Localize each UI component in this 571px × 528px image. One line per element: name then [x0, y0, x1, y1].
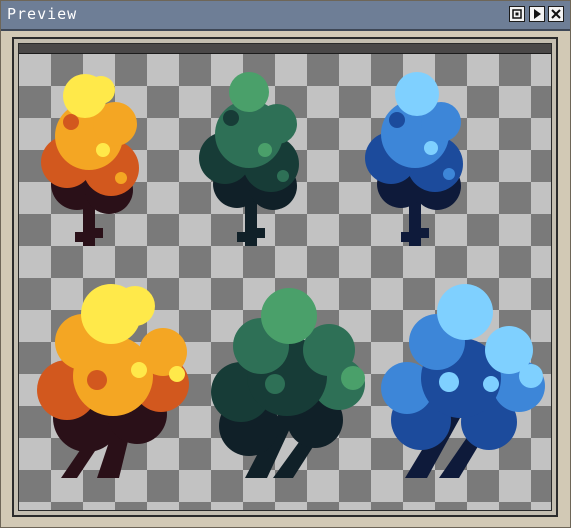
tree-large-green: [211, 288, 365, 478]
preview-viewport: [18, 43, 552, 511]
preview-window: Preview: [0, 0, 571, 528]
tree-large-autumn: [37, 284, 189, 478]
viewport-header-bar: [19, 44, 551, 54]
tree-small-autumn: [41, 74, 139, 246]
zoom-fit-icon: [512, 9, 522, 19]
title-bar[interactable]: Preview: [1, 1, 570, 31]
play-button[interactable]: [529, 6, 545, 22]
zoom-fit-button[interactable]: [509, 6, 525, 22]
tree-large-blue: [381, 284, 545, 478]
close-icon: [551, 9, 561, 19]
close-button[interactable]: [548, 6, 564, 22]
tree-small-blue: [365, 72, 463, 246]
tree-small-green: [199, 72, 299, 246]
preview-frame: [12, 37, 558, 517]
window-title: Preview: [7, 5, 78, 23]
play-icon: [534, 9, 541, 19]
preview-canvas[interactable]: [19, 54, 551, 510]
